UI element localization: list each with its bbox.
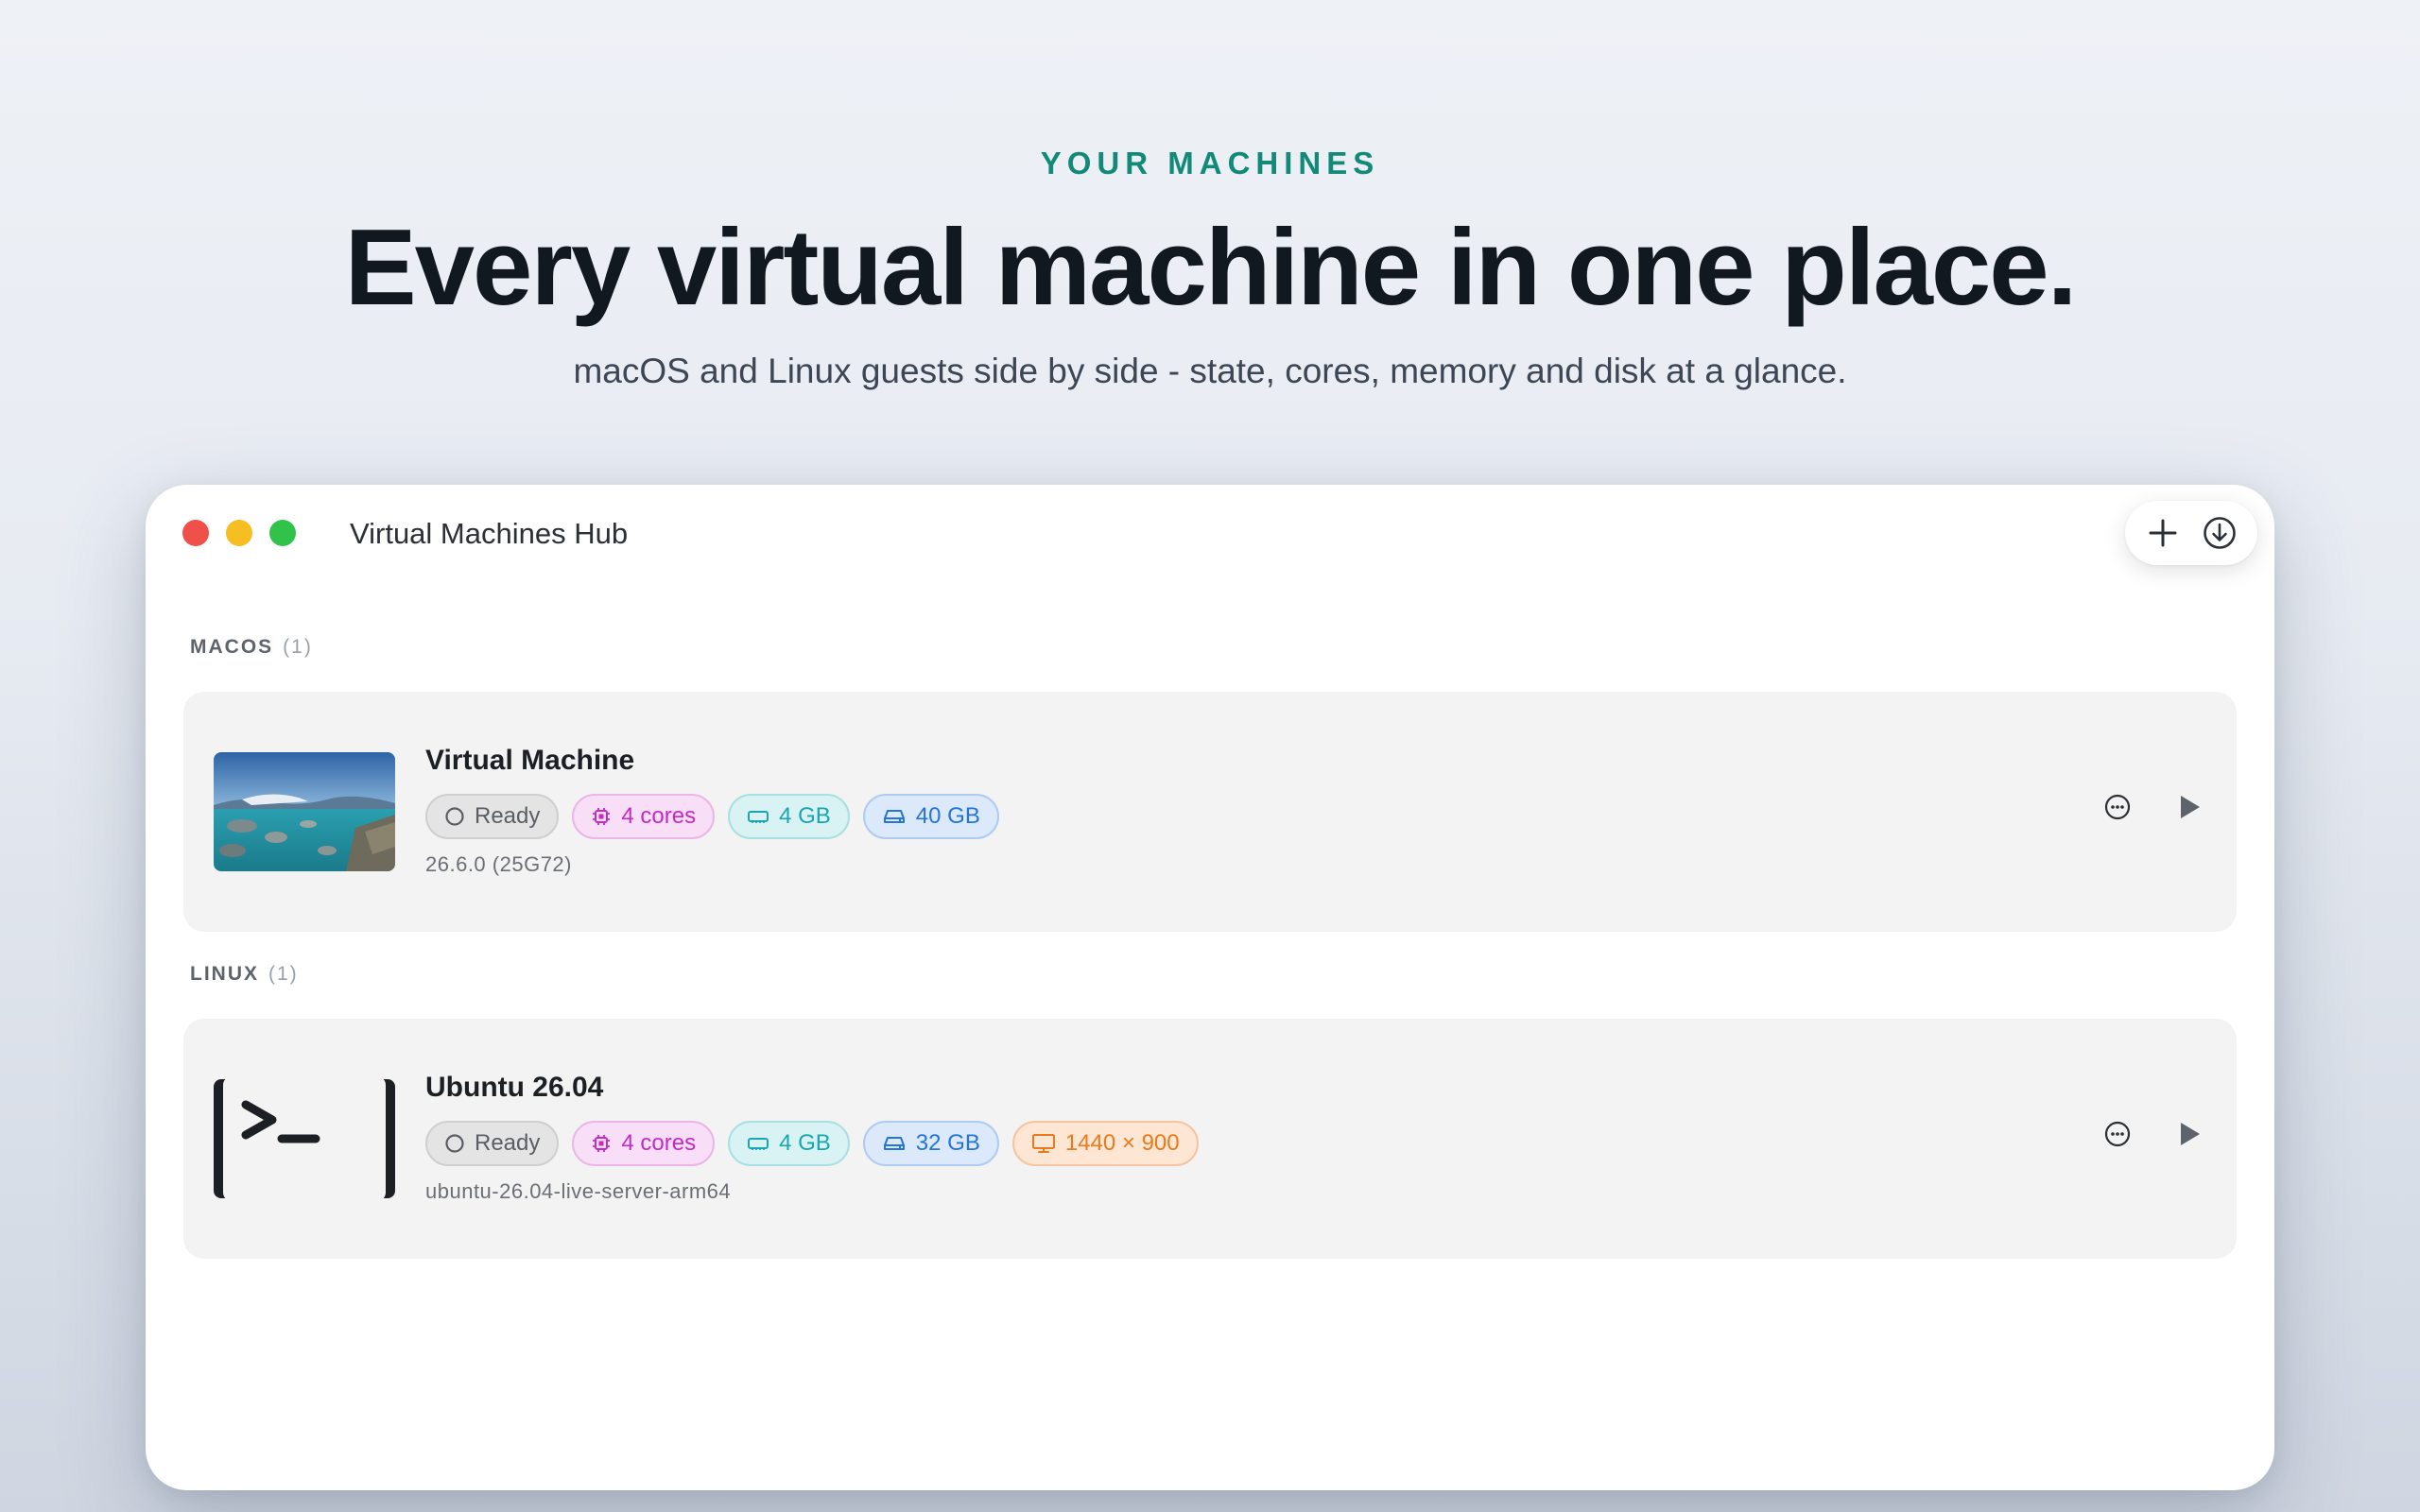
toolbar	[2125, 501, 2257, 565]
section-title: MACOS	[190, 636, 274, 658]
add-vm-button[interactable]	[2140, 510, 2186, 556]
landscape-image	[214, 752, 395, 871]
state-label: Ready	[475, 1130, 541, 1156]
circle-icon	[445, 1134, 464, 1153]
memory-icon	[748, 1138, 769, 1150]
cores-badge: 4 cores	[572, 1121, 716, 1166]
disk-label: 40 GB	[915, 803, 980, 829]
memory-badge: 4 GB	[728, 794, 850, 839]
drive-icon	[883, 1137, 905, 1150]
section-label-macos: MACOS (1)	[190, 636, 313, 659]
display-icon	[1031, 1134, 1055, 1153]
disk-badge: 40 GB	[862, 794, 999, 839]
terminal-icon	[214, 1079, 395, 1198]
play-icon	[2181, 1123, 2200, 1145]
cores-label: 4 cores	[621, 803, 697, 829]
vm-image-name: ubuntu-26.04-live-server-arm64	[425, 1179, 732, 1203]
start-vm-button[interactable]	[2170, 788, 2208, 826]
vm-card-macos[interactable]: Virtual Machine Ready 4 cores 4 GB 40 GB…	[183, 692, 2237, 932]
app-window: Virtual Machines Hub MACOS (1) Virtual M…	[146, 485, 2274, 1490]
section-count: (1)	[268, 963, 299, 985]
close-window-button[interactable]	[182, 520, 209, 546]
memory-label: 4 GB	[779, 803, 831, 829]
zoom-window-button[interactable]	[269, 520, 296, 546]
vm-card-linux[interactable]: Ubuntu 26.04 Ready 4 cores 4 GB 32 GB 14…	[183, 1019, 2237, 1259]
cores-badge: 4 cores	[572, 794, 716, 839]
memory-badge: 4 GB	[728, 1121, 850, 1166]
drive-icon	[883, 810, 905, 823]
ellipsis-circle-icon	[2104, 1121, 2131, 1147]
disk-label: 32 GB	[915, 1130, 980, 1156]
headline: Every virtual machine in one place.	[344, 208, 2078, 328]
section-title: LINUX	[190, 963, 259, 985]
state-label: Ready	[475, 803, 541, 829]
subline: macOS and Linux guests side by side - st…	[573, 352, 1847, 390]
vm-actions	[2099, 788, 2208, 826]
memory-icon	[748, 811, 769, 823]
state-badge: Ready	[425, 794, 560, 839]
download-circle-icon	[2204, 517, 2236, 549]
minimize-window-button[interactable]	[226, 520, 252, 546]
state-badge: Ready	[425, 1121, 560, 1166]
display-label: 1440 × 900	[1064, 1130, 1180, 1156]
more-options-button[interactable]	[2099, 788, 2136, 826]
cpu-icon	[593, 1135, 611, 1152]
section-label-linux: LINUX (1)	[190, 963, 299, 986]
window-title: Virtual Machines Hub	[350, 517, 629, 550]
vm-name: Ubuntu 26.04	[425, 1072, 604, 1103]
vm-version: 26.6.0 (25G72)	[425, 852, 572, 876]
memory-label: 4 GB	[779, 1130, 831, 1156]
section-count: (1)	[283, 636, 313, 658]
vm-stats: Ready 4 cores 4 GB	[425, 1121, 1199, 1166]
vm-stats: Ready 4 cores 4 GB	[425, 794, 999, 839]
display-badge: 1440 × 900	[1011, 1121, 1199, 1166]
disk-badge: 32 GB	[862, 1121, 999, 1166]
cpu-icon	[593, 808, 611, 825]
vm-name: Virtual Machine	[425, 745, 635, 776]
plus-icon	[2149, 519, 2177, 547]
more-options-button[interactable]	[2099, 1115, 2136, 1153]
eyebrow: YOUR MACHINES	[1040, 146, 1380, 180]
vm-actions	[2099, 1115, 2208, 1153]
circle-icon	[445, 807, 464, 826]
window-controls	[182, 520, 296, 546]
cores-label: 4 cores	[621, 1130, 697, 1156]
play-icon	[2181, 796, 2200, 818]
ellipsis-circle-icon	[2104, 794, 2131, 820]
start-vm-button[interactable]	[2170, 1115, 2208, 1153]
download-vm-button[interactable]	[2197, 510, 2242, 556]
